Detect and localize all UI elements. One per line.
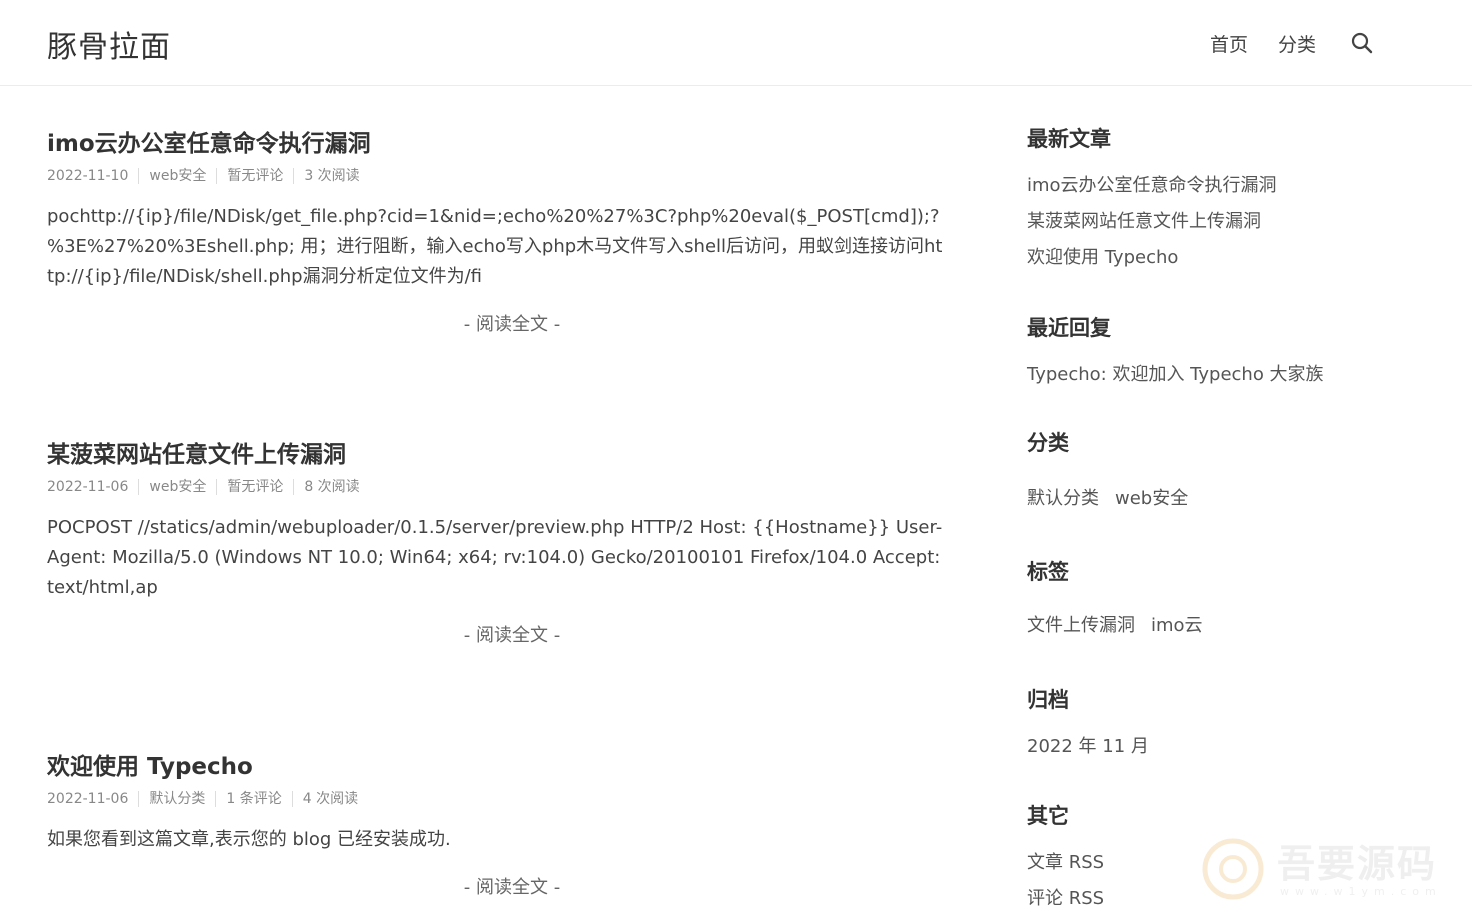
post-item: 欢迎使用 Typecho 2022-11-06 默认分类 1 条评论 4 次阅读…	[47, 751, 977, 899]
widget-title: 归档	[1027, 688, 1069, 712]
widget-recent-posts: 最新文章 imo云办公室任意命令执行漏洞 某菠菜网站任意文件上传漏洞 欢迎使用 …	[1027, 124, 1277, 276]
post-title[interactable]: imo云办公室任意命令执行漏洞	[47, 128, 977, 160]
post-comments[interactable]: 暂无评论	[216, 168, 293, 184]
watermark-logo: 吾要源码 www.w1ym.com	[1195, 825, 1472, 910]
recent-post-link[interactable]: 某菠菜网站任意文件上传漏洞	[1027, 204, 1277, 240]
post-title[interactable]: 某菠菜网站任意文件上传漏洞	[47, 439, 977, 471]
tag-link[interactable]: imo云	[1151, 611, 1203, 637]
recent-posts-list: imo云办公室任意命令执行漏洞 某菠菜网站任意文件上传漏洞 欢迎使用 Typec…	[1027, 168, 1277, 276]
search-icon[interactable]	[1350, 31, 1374, 55]
archive-link[interactable]: 2022 年 11 月	[1027, 729, 1149, 765]
post-excerpt: pochttp://{ip}/file/NDisk/get_file.php?c…	[47, 206, 943, 287]
post-item: 某菠菜网站任意文件上传漏洞 2022-11-06 web安全 暂无评论 8 次阅…	[47, 439, 977, 647]
nav-item-home[interactable]: 首页	[1210, 30, 1248, 57]
post-date: 2022-11-06	[47, 791, 129, 807]
posts-rss-link[interactable]: 文章 RSS	[1027, 845, 1104, 881]
widget-recent-comments: 最近回复 Typecho: 欢迎加入 Typecho 大家族	[1027, 313, 1324, 393]
post-date: 2022-11-10	[47, 168, 129, 184]
recent-comment-link[interactable]: Typecho: 欢迎加入 Typecho 大家族	[1027, 357, 1324, 393]
post-item: imo云办公室任意命令执行漏洞 2022-11-10 web安全 暂无评论 3 …	[47, 128, 977, 336]
post-meta: 2022-11-06 默认分类 1 条评论 4 次阅读	[47, 790, 977, 808]
post-views: 4 次阅读	[291, 791, 368, 807]
post-meta: 2022-11-10 web安全 暂无评论 3 次阅读	[47, 167, 977, 185]
tags-list: 文件上传漏洞 imo云	[1027, 611, 1219, 637]
category-link[interactable]: 默认分类	[1027, 484, 1099, 510]
read-more-link[interactable]: - 阅读全文 -	[47, 873, 977, 899]
widget-title: 标签	[1027, 560, 1069, 584]
recent-post-link[interactable]: 欢迎使用 Typecho	[1027, 240, 1277, 276]
read-more-link[interactable]: - 阅读全文 -	[47, 310, 977, 336]
post-title[interactable]: 欢迎使用 Typecho	[47, 751, 977, 783]
archives-list: 2022 年 11 月	[1027, 729, 1149, 765]
widget-archives: 归档 2022 年 11 月	[1027, 685, 1149, 765]
category-link[interactable]: web安全	[1115, 484, 1188, 510]
watermark-text: 吾要源码	[1277, 842, 1438, 886]
read-more-link[interactable]: - 阅读全文 -	[47, 621, 977, 647]
post-views: 8 次阅读	[293, 479, 369, 495]
watermark-icon	[1202, 838, 1264, 900]
widget-tags: 标签 文件上传漏洞 imo云	[1027, 557, 1219, 637]
recent-comments-list: Typecho: 欢迎加入 Typecho 大家族	[1027, 357, 1324, 393]
post-excerpt: 如果您看到这篇文章,表示您的 blog 已经安装成功.	[47, 829, 451, 850]
nav-item-categories[interactable]: 分类	[1278, 30, 1316, 57]
post-category[interactable]: web安全	[138, 479, 216, 495]
post-category[interactable]: web安全	[138, 168, 216, 184]
post-date: 2022-11-06	[47, 479, 129, 495]
site-title[interactable]: 豚骨拉面	[47, 22, 171, 66]
recent-post-link[interactable]: imo云办公室任意命令执行漏洞	[1027, 168, 1277, 204]
post-category[interactable]: 默认分类	[138, 791, 215, 807]
widget-categories: 分类 默认分类 web安全	[1027, 428, 1204, 510]
post-comments[interactable]: 1 条评论	[215, 791, 291, 807]
watermark-subtext: www.w1ym.com	[1280, 885, 1442, 898]
widget-title: 最新文章	[1027, 127, 1111, 151]
post-comments[interactable]: 暂无评论	[216, 479, 293, 495]
post-views: 3 次阅读	[293, 168, 369, 184]
widget-other: 其它 文章 RSS 评论 RSS	[1027, 801, 1104, 917]
post-meta: 2022-11-06 web安全 暂无评论 8 次阅读	[47, 478, 977, 496]
post-excerpt: POCPOST //statics/admin/webuploader/0.1.…	[47, 517, 943, 598]
widget-title: 其它	[1027, 804, 1069, 828]
widget-title: 最近回复	[1027, 316, 1111, 340]
site-header: 豚骨拉面 首页 分类	[0, 0, 1472, 86]
tag-link[interactable]: 文件上传漏洞	[1027, 611, 1135, 637]
categories-list: 默认分类 web安全	[1027, 484, 1204, 510]
comments-rss-link[interactable]: 评论 RSS	[1027, 881, 1104, 917]
other-links-list: 文章 RSS 评论 RSS	[1027, 845, 1104, 917]
widget-title: 分类	[1027, 431, 1069, 455]
main-nav: 首页 分类	[1210, 28, 1374, 58]
